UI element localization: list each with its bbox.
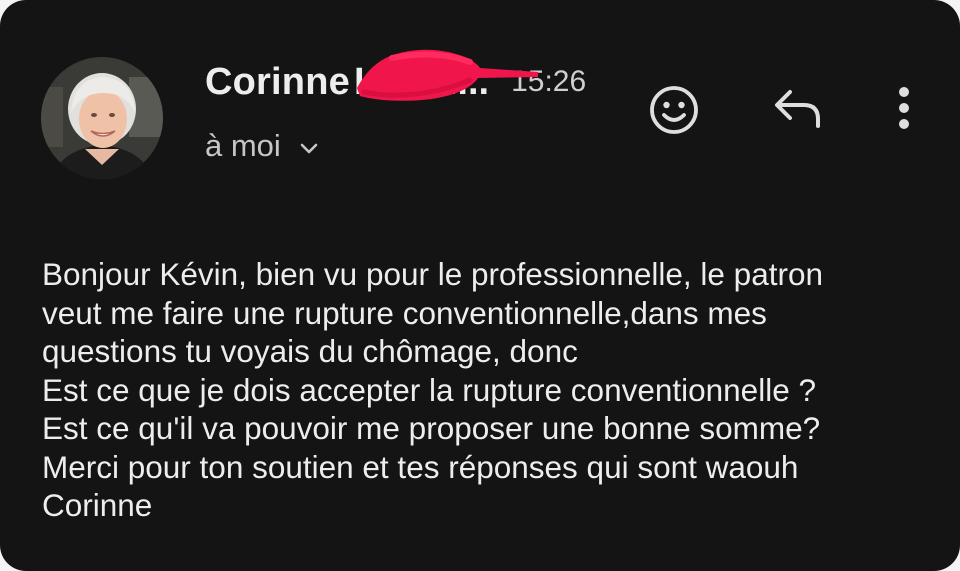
body-line: Merci pour ton soutien et tes réponses q…: [42, 448, 799, 485]
body-line: Bonjour Kévin, bien vu pour le professio…: [42, 256, 823, 292]
reply-arrow-icon: [775, 90, 820, 128]
vertical-dots-icon: [899, 87, 909, 129]
message-body: Bonjour Kévin, bien vu pour le professio…: [42, 255, 942, 525]
sender-header: Corinne L... Cl... 15:26: [205, 56, 586, 108]
more-options-button[interactable]: [890, 84, 918, 136]
email-view: Corinne L... Cl... 15:26 à moi Bonjour K…: [0, 0, 960, 571]
body-line: Est ce que je dois accepter la rupture c…: [42, 371, 816, 408]
recipient-label: à moi: [205, 128, 281, 163]
recipient-dropdown[interactable]: à moi: [205, 128, 319, 164]
body-line: Est ce qu'il va pouvoir me proposer une …: [42, 410, 821, 446]
sender-name-rest[interactable]: L... Cl...: [354, 61, 489, 104]
reply-button[interactable]: [772, 86, 824, 132]
avatar-photo: [41, 57, 163, 179]
sender-avatar[interactable]: [41, 57, 163, 179]
sender-name[interactable]: Corinne: [205, 61, 350, 104]
body-line: questions tu voyais du chômage, donc: [42, 333, 578, 369]
body-line: veut me faire une rupture conventionnell…: [42, 294, 767, 331]
body-line: Corinne: [42, 487, 153, 523]
add-reaction-button[interactable]: [648, 84, 700, 136]
smiley-icon: [650, 86, 698, 134]
message-time: 15:26: [511, 65, 587, 98]
chevron-down-icon: [299, 128, 319, 164]
